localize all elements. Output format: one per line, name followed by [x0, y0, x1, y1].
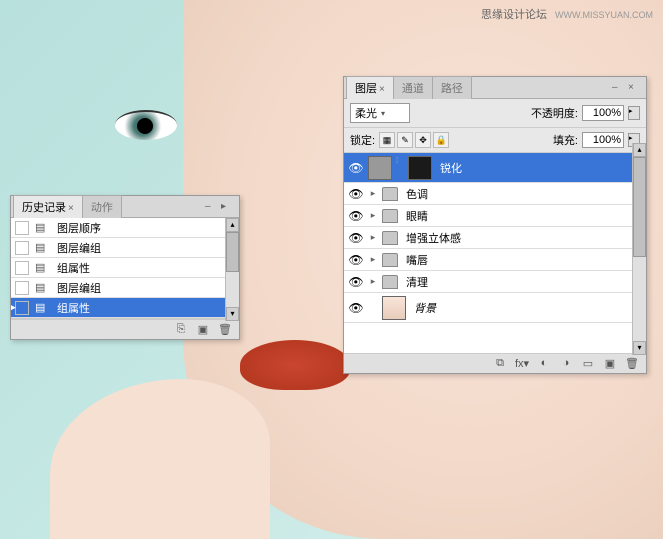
history-item[interactable]: ▤ 图层编组 [11, 278, 239, 298]
scroll-thumb[interactable] [633, 157, 646, 257]
layers-panel: 图层× 通道 路径 – × 柔光 ▾ 不透明度: ▸ 锁定: ▦ ✎ ✥ 🔒 填… [343, 76, 647, 374]
mask-thumbnail[interactable] [408, 156, 432, 180]
tab-actions[interactable]: 动作 [82, 195, 122, 218]
watermark: 思缘设计论坛WWW.MISSYUAN.COM [481, 6, 653, 22]
visibility-icon[interactable]: 👁 [348, 209, 364, 223]
blend-mode-select[interactable]: 柔光 ▾ [350, 103, 410, 123]
scroll-up-icon[interactable]: ▴ [226, 218, 239, 232]
scroll-down-icon[interactable]: ▾ [633, 341, 646, 355]
blend-opacity-row: 柔光 ▾ 不透明度: ▸ [344, 99, 646, 128]
history-snapshot-slot[interactable] [15, 281, 29, 295]
scroll-down-icon[interactable]: ▾ [226, 307, 239, 321]
scrollbar[interactable]: ▴ ▾ [225, 218, 239, 321]
history-toolbar: ⎘ ▣ 🗑 [11, 319, 239, 339]
history-item[interactable]: ▶ ▤ 组属性 [11, 298, 239, 318]
visibility-icon[interactable]: 👁 [348, 161, 364, 175]
folder-icon [382, 275, 398, 289]
history-tab-bar: 历史记录× 动作 – ▸ [11, 196, 239, 218]
layers-toolbar: ⧉ fx▾ ◐ ◑ ▭ ▣ 🗑 [344, 353, 646, 373]
tab-channels[interactable]: 通道 [393, 76, 433, 99]
opacity-label: 不透明度: [531, 105, 578, 121]
layer-mask-icon[interactable]: ◐ [536, 357, 552, 371]
expand-icon[interactable]: ▸ [368, 188, 378, 199]
tab-paths[interactable]: 路径 [432, 76, 472, 99]
history-step-icon: ▤ [35, 281, 51, 295]
history-snapshot-slot[interactable] [15, 241, 29, 255]
layer-fx-icon[interactable]: fx▾ [514, 357, 530, 371]
chevron-down-icon: ▾ [381, 109, 385, 118]
history-item[interactable]: ▤ 组属性 [11, 258, 239, 278]
scroll-thumb[interactable] [226, 232, 239, 272]
history-panel: 历史记录× 动作 – ▸ ▤ 图层顺序 ▤ 图层编组 ▤ 组属性 ▤ 图层编组 … [10, 195, 240, 340]
layer-row[interactable]: 👁 ▸ 增强立体感 [344, 227, 646, 249]
visibility-icon[interactable]: 👁 [348, 231, 364, 245]
tab-history[interactable]: 历史记录× [13, 195, 83, 218]
lock-label: 锁定: [350, 132, 375, 148]
visibility-icon[interactable]: 👁 [348, 301, 364, 315]
folder-icon [382, 231, 398, 245]
snapshot-icon[interactable]: ▣ [195, 323, 211, 337]
expand-icon[interactable]: ▸ [368, 210, 378, 221]
adjustment-layer-icon[interactable]: ◑ [558, 357, 574, 371]
expand-icon[interactable]: ▸ [368, 276, 378, 287]
link-layers-icon[interactable]: ⧉ [492, 357, 508, 371]
history-step-icon: ▤ [35, 241, 51, 255]
opacity-slider-icon[interactable]: ▸ [628, 106, 640, 120]
history-snapshot-slot[interactable] [15, 301, 29, 315]
layer-row[interactable]: 👁 ▸ 色调 [344, 183, 646, 205]
expand-icon[interactable]: ▸ [368, 232, 378, 243]
menu-icon[interactable]: ▸ [221, 201, 233, 213]
close-icon[interactable]: × [628, 82, 640, 94]
history-snapshot-slot[interactable] [15, 261, 29, 275]
minimize-icon[interactable]: – [205, 201, 217, 213]
tab-close-icon[interactable]: × [68, 203, 74, 214]
lock-all-icon[interactable]: 🔒 [433, 132, 449, 148]
layers-tab-bar: 图层× 通道 路径 – × [344, 77, 646, 99]
lock-position-icon[interactable]: ✥ [415, 132, 431, 148]
history-step-icon: ▤ [35, 301, 51, 315]
folder-icon [382, 253, 398, 267]
scroll-up-icon[interactable]: ▴ [633, 143, 646, 157]
new-document-icon[interactable]: ⎘ [173, 323, 189, 337]
layer-thumbnail[interactable] [368, 156, 392, 180]
history-item[interactable]: ▤ 图层顺序 [11, 218, 239, 238]
link-icon: ⁞ [396, 156, 404, 180]
lock-fill-row: 锁定: ▦ ✎ ✥ 🔒 填充: ▸ [344, 128, 646, 153]
scrollbar[interactable]: ▴ ▾ [632, 143, 646, 355]
folder-icon [382, 187, 398, 201]
layer-row[interactable]: 👁 ▸ 眼睛 [344, 205, 646, 227]
layer-thumbnail[interactable] [382, 296, 406, 320]
layer-row[interactable]: 👁 ▸ 清理 [344, 271, 646, 293]
folder-icon [382, 209, 398, 223]
opacity-input[interactable] [582, 105, 624, 121]
layer-row[interactable]: 👁 ▸ 嘴唇 [344, 249, 646, 271]
history-snapshot-slot[interactable] [15, 221, 29, 235]
expand-icon[interactable]: ▸ [368, 254, 378, 265]
new-layer-icon[interactable]: ▣ [602, 357, 618, 371]
trash-icon[interactable]: 🗑 [624, 357, 640, 371]
visibility-icon[interactable]: 👁 [348, 253, 364, 267]
tab-close-icon[interactable]: × [379, 84, 385, 95]
history-item[interactable]: ▤ 图层编组 [11, 238, 239, 258]
history-list: ▤ 图层顺序 ▤ 图层编组 ▤ 组属性 ▤ 图层编组 ▶ ▤ 组属性 [11, 218, 239, 319]
tab-layers[interactable]: 图层× [346, 76, 394, 99]
lock-pixels-icon[interactable]: ✎ [397, 132, 413, 148]
minimize-icon[interactable]: – [612, 82, 624, 94]
layer-list: 👁 ⁞ 锐化 👁 ▸ 色调 👁 ▸ 眼睛 👁 ▸ 增强立体感 👁 ▸ [344, 153, 646, 353]
visibility-icon[interactable]: 👁 [348, 275, 364, 289]
layer-row[interactable]: 👁 ⁞ 锐化 [344, 153, 646, 183]
lock-transparent-icon[interactable]: ▦ [379, 132, 395, 148]
history-step-icon: ▤ [35, 261, 51, 275]
fill-input[interactable] [582, 132, 624, 148]
history-step-icon: ▤ [35, 221, 51, 235]
trash-icon[interactable]: 🗑 [217, 323, 233, 337]
fill-label: 填充: [553, 132, 578, 148]
visibility-icon[interactable]: 👁 [348, 187, 364, 201]
layer-row[interactable]: 👁 背景 🔒 [344, 293, 646, 323]
current-step-icon: ▶ [11, 302, 16, 313]
new-group-icon[interactable]: ▭ [580, 357, 596, 371]
